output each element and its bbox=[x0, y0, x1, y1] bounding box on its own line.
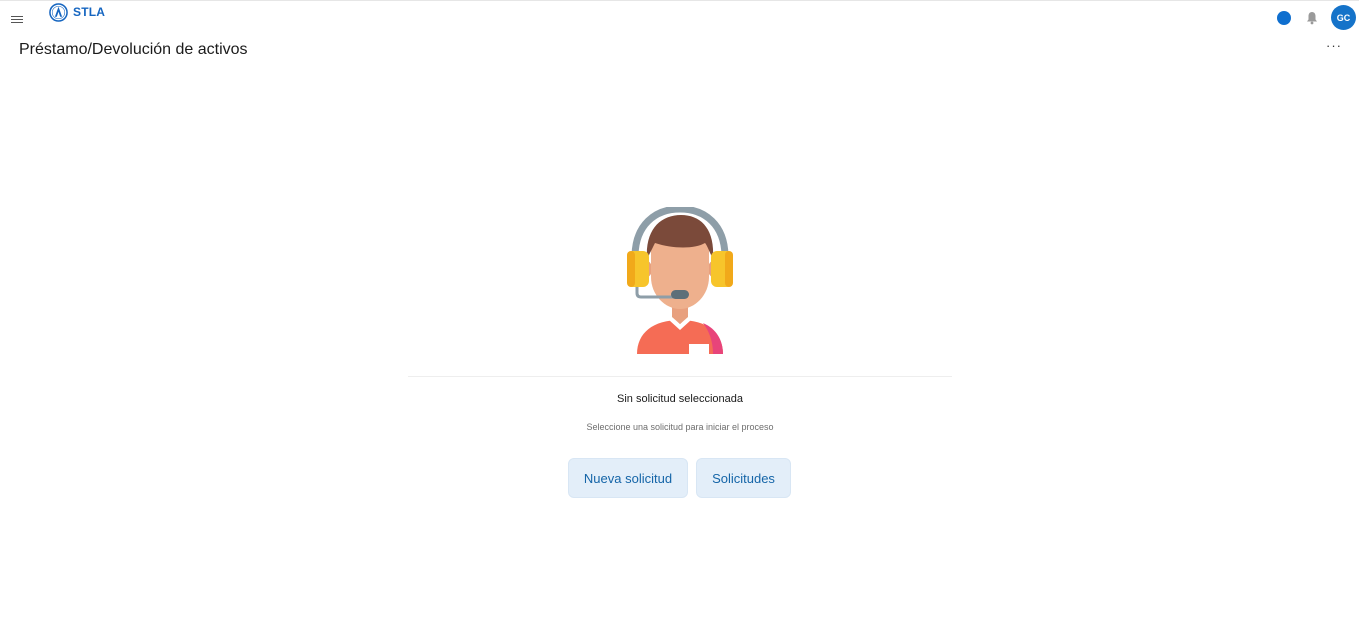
menu-icon[interactable] bbox=[11, 16, 23, 24]
page-title: Préstamo/Devolución de activos bbox=[19, 41, 248, 58]
avatar[interactable]: GC bbox=[1331, 5, 1356, 30]
empty-state-title: Sin solicitud seleccionada bbox=[617, 393, 743, 405]
support-agent-illustration bbox=[627, 207, 733, 354]
top-bar: STLA GC bbox=[0, 0, 1359, 35]
status-dot-icon[interactable] bbox=[1277, 11, 1291, 25]
logo-icon[interactable] bbox=[49, 3, 68, 22]
requests-button[interactable]: Solicitudes bbox=[696, 458, 791, 498]
bell-icon[interactable] bbox=[1306, 11, 1318, 25]
brand-name[interactable]: STLA bbox=[73, 5, 105, 19]
empty-state-subtitle: Seleccione una solicitud para iniciar el… bbox=[586, 422, 774, 432]
divider bbox=[408, 376, 952, 377]
new-request-button[interactable]: Nueva solicitud bbox=[568, 458, 688, 498]
more-icon[interactable]: ··· bbox=[1324, 39, 1344, 57]
